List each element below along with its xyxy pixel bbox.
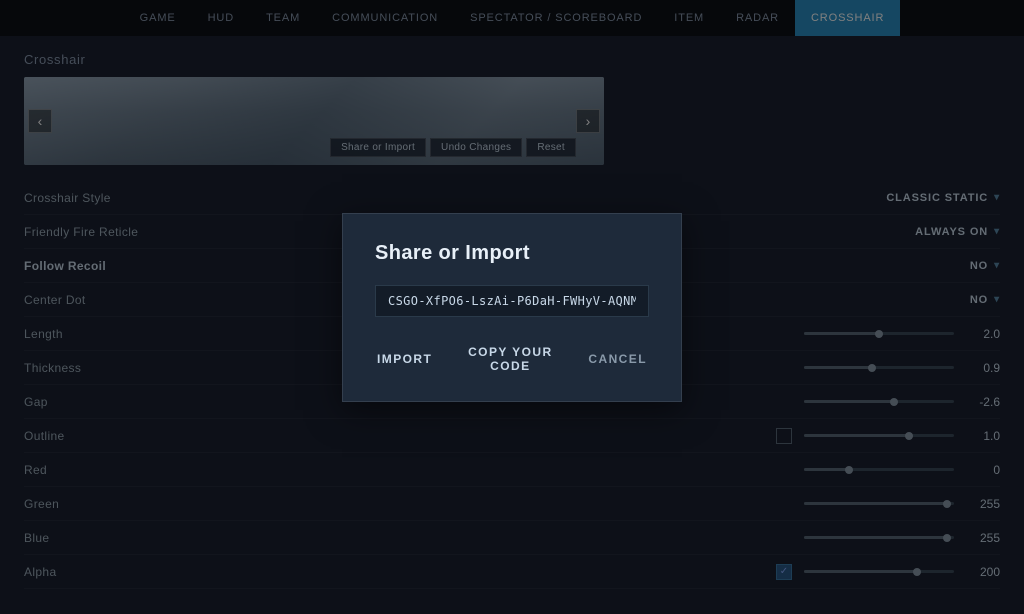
- modal-overlay[interactable]: Share or Import IMPORT COPY YOUR CODE CA…: [0, 0, 1024, 614]
- import-button[interactable]: IMPORT: [375, 348, 434, 370]
- copy-your-code-button[interactable]: COPY YOUR CODE: [458, 341, 562, 377]
- cancel-button[interactable]: CANCEL: [586, 348, 649, 370]
- share-import-modal: Share or Import IMPORT COPY YOUR CODE CA…: [342, 213, 682, 402]
- modal-actions: IMPORT COPY YOUR CODE CANCEL: [375, 341, 649, 377]
- modal-title: Share or Import: [375, 242, 649, 265]
- crosshair-code-input[interactable]: [375, 285, 649, 317]
